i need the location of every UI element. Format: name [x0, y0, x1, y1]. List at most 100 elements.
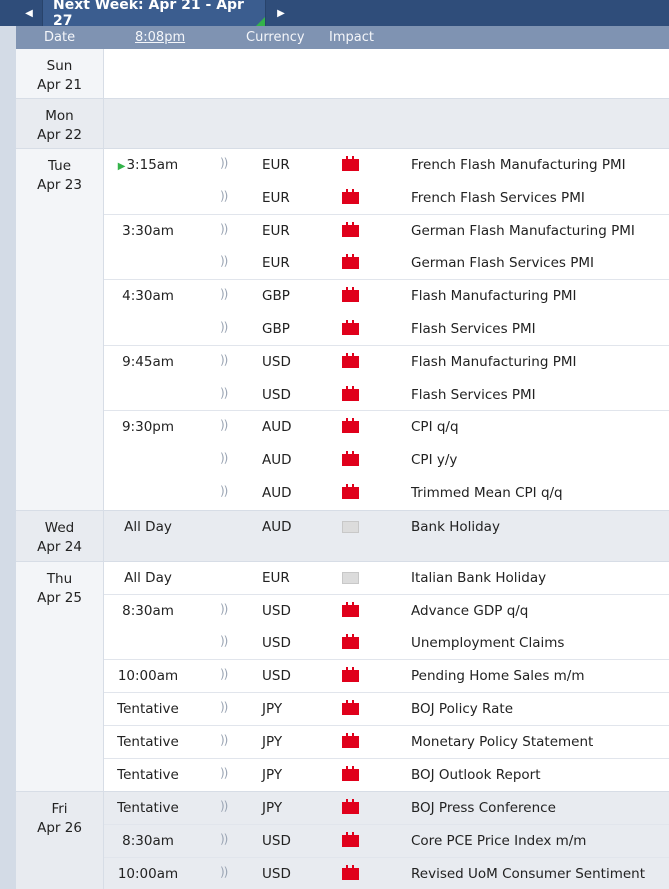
event-title[interactable]: German Flash Services PMI — [411, 255, 594, 271]
high-impact-folder-icon[interactable] — [342, 699, 359, 715]
event-title[interactable]: French Flash Services PMI — [411, 190, 585, 206]
high-impact-folder-icon[interactable] — [342, 319, 359, 335]
event-time-text: 9:30pm — [121, 419, 175, 436]
sound-alert-icon[interactable]: )) — [220, 634, 228, 648]
event-row[interactable]: )) GBP Flash Services PMI — [104, 313, 669, 346]
sound-alert-icon[interactable]: )) — [220, 832, 228, 846]
previous-week-button[interactable]: ◀ — [16, 0, 42, 26]
event-row[interactable]: All Day AUD Bank Holiday — [104, 511, 669, 561]
event-title[interactable]: Flash Manufacturing PMI — [411, 288, 577, 304]
high-impact-folder-icon[interactable] — [342, 418, 359, 434]
event-title[interactable]: Flash Services PMI — [411, 387, 536, 403]
event-row[interactable]: 4:30am)) GBP Flash Manufacturing PMI — [104, 280, 669, 313]
sound-alert-icon[interactable]: )) — [220, 156, 228, 170]
high-impact-folder-icon[interactable] — [342, 188, 359, 204]
event-title[interactable]: Flash Manufacturing PMI — [411, 354, 577, 370]
event-time: 10:00am — [104, 668, 192, 684]
sound-alert-icon[interactable]: )) — [220, 320, 228, 334]
event-row[interactable]: Tentative)) JPY BOJ Press Conference — [104, 792, 669, 826]
high-impact-folder-icon[interactable] — [342, 385, 359, 401]
event-title[interactable]: Bank Holiday — [411, 519, 500, 535]
event-currency: AUD — [262, 419, 292, 436]
high-impact-folder-icon[interactable] — [342, 634, 359, 650]
high-impact-folder-icon[interactable] — [342, 864, 359, 880]
high-impact-folder-icon[interactable] — [342, 799, 359, 815]
event-row[interactable]: All Day EUR Italian Bank Holiday — [104, 562, 669, 595]
sound-alert-icon[interactable]: )) — [220, 386, 228, 400]
non-economic-folder-icon[interactable] — [342, 571, 359, 584]
high-impact-folder-icon[interactable] — [342, 254, 359, 270]
day-date: Apr 24 — [37, 538, 82, 555]
sound-alert-icon[interactable]: )) — [220, 353, 228, 367]
event-row[interactable]: )) EUR French Flash Services PMI — [104, 182, 669, 215]
next-week-button[interactable]: ▶ — [268, 0, 294, 26]
event-currency: EUR — [262, 569, 290, 586]
event-title[interactable]: BOJ Press Conference — [411, 800, 556, 816]
event-title[interactable]: Flash Services PMI — [411, 321, 536, 337]
day-date: Apr 26 — [37, 820, 82, 837]
sound-alert-icon[interactable]: )) — [220, 602, 228, 616]
high-impact-folder-icon[interactable] — [342, 483, 359, 499]
high-impact-folder-icon[interactable] — [342, 352, 359, 368]
event-row[interactable]: )) EUR German Flash Services PMI — [104, 247, 669, 281]
sound-alert-icon[interactable]: )) — [220, 700, 228, 714]
high-impact-folder-icon[interactable] — [342, 156, 359, 171]
high-impact-folder-icon[interactable] — [342, 287, 359, 303]
event-title[interactable]: French Flash Manufacturing PMI — [411, 157, 626, 173]
sound-alert-icon[interactable]: )) — [220, 222, 228, 236]
event-row[interactable]: )) USD Unemployment Claims — [104, 627, 669, 661]
event-title[interactable]: BOJ Policy Rate — [411, 701, 513, 717]
event-title[interactable]: CPI y/y — [411, 452, 457, 468]
event-row[interactable]: 8:30am)) USD Advance GDP q/q — [104, 595, 669, 628]
event-row[interactable]: 9:30pm)) AUD CPI q/q — [104, 411, 669, 444]
high-impact-folder-icon[interactable] — [342, 667, 359, 683]
sound-alert-icon[interactable]: )) — [220, 418, 228, 432]
event-title[interactable]: Italian Bank Holiday — [411, 570, 546, 586]
high-impact-folder-icon[interactable] — [342, 601, 359, 617]
event-row[interactable]: 8:30am)) USD Core PCE Price Index m/m — [104, 825, 669, 858]
event-row[interactable]: 9:45am)) USD Flash Manufacturing PMI — [104, 346, 669, 379]
high-impact-folder-icon[interactable] — [342, 732, 359, 748]
column-header-time[interactable]: 8:08pm — [135, 30, 185, 45]
event-time-text: 9:45am — [122, 353, 174, 370]
event-title[interactable]: Revised UoM Consumer Sentiment — [411, 866, 645, 882]
high-impact-folder-icon[interactable] — [342, 832, 359, 848]
event-currency: USD — [262, 833, 291, 850]
sound-alert-icon[interactable]: )) — [220, 254, 228, 268]
sound-alert-icon[interactable]: )) — [220, 733, 228, 747]
event-row[interactable]: )) AUD CPI y/y — [104, 444, 669, 477]
sound-alert-icon[interactable]: )) — [220, 667, 228, 681]
event-title[interactable]: Unemployment Claims — [411, 635, 564, 651]
event-title[interactable]: CPI q/q — [411, 419, 459, 435]
high-impact-folder-icon[interactable] — [342, 765, 359, 781]
week-range-label[interactable]: Next Week: Apr 21 - Apr 27 — [42, 0, 266, 29]
event-row[interactable]: Tentative)) JPY BOJ Outlook Report — [104, 759, 669, 792]
event-title[interactable]: Pending Home Sales m/m — [411, 668, 585, 684]
sound-alert-icon[interactable]: )) — [220, 766, 228, 780]
sound-alert-icon[interactable]: )) — [220, 484, 228, 498]
event-row[interactable]: 3:30am)) EUR German Flash Manufacturing PM… — [104, 215, 669, 248]
event-title[interactable]: Core PCE Price Index m/m — [411, 833, 586, 849]
sound-alert-icon[interactable]: )) — [220, 189, 228, 203]
event-row[interactable]: 10:00am)) USD Pending Home Sales m/m — [104, 660, 669, 693]
event-row[interactable]: Tentative)) JPY Monetary Policy Statement — [104, 726, 669, 759]
day-of-week: Fri — [51, 801, 68, 818]
event-title[interactable]: Advance GDP q/q — [411, 603, 528, 619]
sound-alert-icon[interactable]: )) — [220, 865, 228, 879]
event-title[interactable]: Monetary Policy Statement — [411, 734, 593, 750]
event-title[interactable]: Trimmed Mean CPI q/q — [411, 485, 563, 501]
event-row[interactable]: ▶3:15am)) EUR French Flash Manufacturing P… — [104, 149, 669, 182]
sound-alert-icon[interactable]: )) — [220, 451, 228, 465]
event-row[interactable]: Tentative)) JPY BOJ Policy Rate — [104, 693, 669, 726]
high-impact-folder-icon[interactable] — [342, 451, 359, 467]
event-time: ▶3:15am — [104, 157, 192, 173]
non-economic-folder-icon[interactable] — [342, 520, 359, 533]
high-impact-folder-icon[interactable] — [342, 221, 359, 237]
event-title[interactable]: BOJ Outlook Report — [411, 767, 541, 783]
event-row[interactable]: )) USD Flash Services PMI — [104, 379, 669, 412]
sound-alert-icon[interactable]: )) — [220, 799, 228, 813]
event-row[interactable]: )) AUD Trimmed Mean CPI q/q — [104, 477, 669, 510]
event-title[interactable]: German Flash Manufacturing PMI — [411, 223, 635, 239]
event-row[interactable]: 10:00am)) USD Revised UoM Consumer Sentime… — [104, 858, 669, 889]
sound-alert-icon[interactable]: )) — [220, 287, 228, 301]
